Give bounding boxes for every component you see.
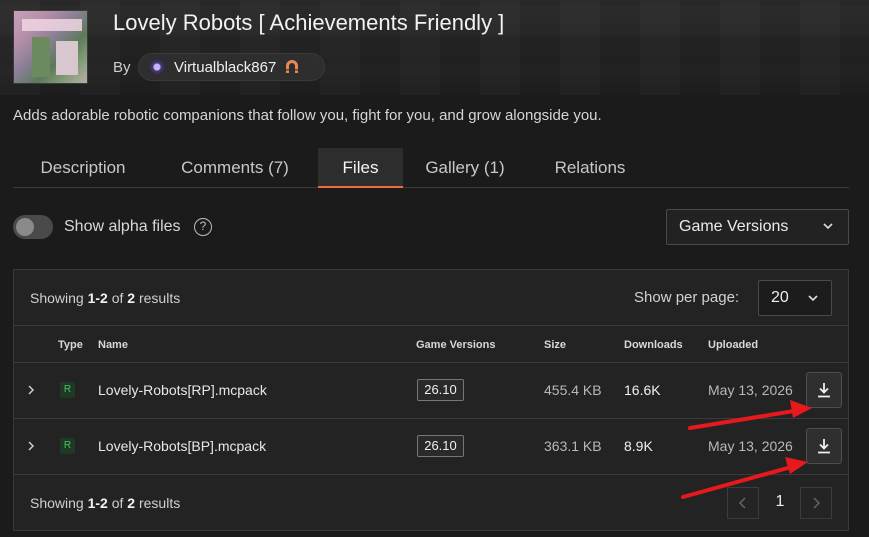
file-name[interactable]: Lovely-Robots[RP].mcpack: [98, 382, 267, 398]
results-summary-top: Showing 1-2 of 2 results: [30, 290, 181, 306]
files-table: Showing 1-2 of 2 results Show per page: …: [13, 269, 849, 531]
page-title: Lovely Robots [ Achievements Friendly ]: [113, 10, 505, 35]
chevron-left-icon: [738, 497, 746, 509]
chevron-down-icon: [808, 295, 818, 302]
pagination-prev-button[interactable]: [727, 487, 759, 519]
download-count: 8.9K: [624, 438, 653, 454]
project-thumbnail: [13, 10, 88, 84]
download-button[interactable]: [806, 372, 842, 408]
tab-comments[interactable]: Comments (7): [165, 148, 305, 188]
file-name[interactable]: Lovely-Robots[BP].mcpack: [98, 438, 266, 454]
pagination-current-page[interactable]: 1: [766, 493, 794, 511]
author-link[interactable]: Virtualblack867: [138, 53, 325, 81]
file-size: 455.4 KB: [544, 382, 602, 398]
upload-date: May 13, 2026: [708, 382, 793, 398]
col-name: Name: [98, 339, 128, 351]
download-button[interactable]: [806, 428, 842, 464]
author-name: Virtualblack867: [174, 58, 277, 76]
col-game-versions: Game Versions: [416, 339, 496, 351]
horseshoe-icon: [286, 60, 299, 73]
project-summary: Adds adorable robotic companions that fo…: [13, 107, 602, 124]
col-size: Size: [544, 339, 567, 351]
tab-relations[interactable]: Relations: [537, 148, 643, 188]
version-badge: 26.10: [417, 379, 464, 401]
pagination-next-button[interactable]: [800, 487, 832, 519]
chevron-down-icon: [823, 223, 833, 230]
release-badge: R: [60, 382, 75, 398]
results-summary-bottom: Showing 1-2 of 2 results: [30, 495, 181, 511]
per-page-label: Show per page:: [634, 289, 740, 306]
tab-bar: Description Comments (7) Files Gallery (…: [13, 148, 849, 188]
col-downloads: Downloads: [624, 339, 683, 351]
tab-gallery[interactable]: Gallery (1): [415, 148, 515, 188]
upload-date: May 13, 2026: [708, 438, 793, 454]
avatar-icon: [149, 59, 165, 75]
col-type: Type: [58, 339, 83, 351]
col-uploaded: Uploaded: [708, 339, 759, 351]
table-row: R Lovely-Robots[BP].mcpack 26.10 363.1 K…: [14, 419, 848, 475]
tab-description[interactable]: Description: [13, 148, 153, 188]
chevron-right-icon: [813, 497, 821, 509]
download-icon: [818, 383, 830, 398]
version-badge: 26.10: [417, 435, 464, 457]
game-versions-select[interactable]: Game Versions: [666, 209, 849, 245]
file-size: 363.1 KB: [544, 438, 602, 454]
per-page-value: 20: [771, 289, 789, 306]
download-count: 16.6K: [624, 382, 661, 398]
table-header: Type Name Game Versions Size Downloads U…: [14, 325, 848, 363]
chevron-right-icon[interactable]: [26, 439, 36, 453]
chevron-right-icon[interactable]: [26, 383, 36, 397]
per-page-select[interactable]: 20: [758, 280, 832, 316]
table-row: R Lovely-Robots[RP].mcpack 26.10 455.4 K…: [14, 363, 848, 419]
game-versions-label: Game Versions: [679, 218, 789, 235]
release-badge: R: [60, 438, 75, 454]
download-icon: [818, 439, 830, 454]
show-alpha-label: Show alpha files: [64, 218, 181, 235]
author-by-label: By: [113, 59, 131, 76]
question-circle-icon[interactable]: ?: [194, 218, 212, 236]
show-alpha-toggle[interactable]: [13, 215, 53, 239]
tab-files[interactable]: Files: [318, 148, 403, 188]
